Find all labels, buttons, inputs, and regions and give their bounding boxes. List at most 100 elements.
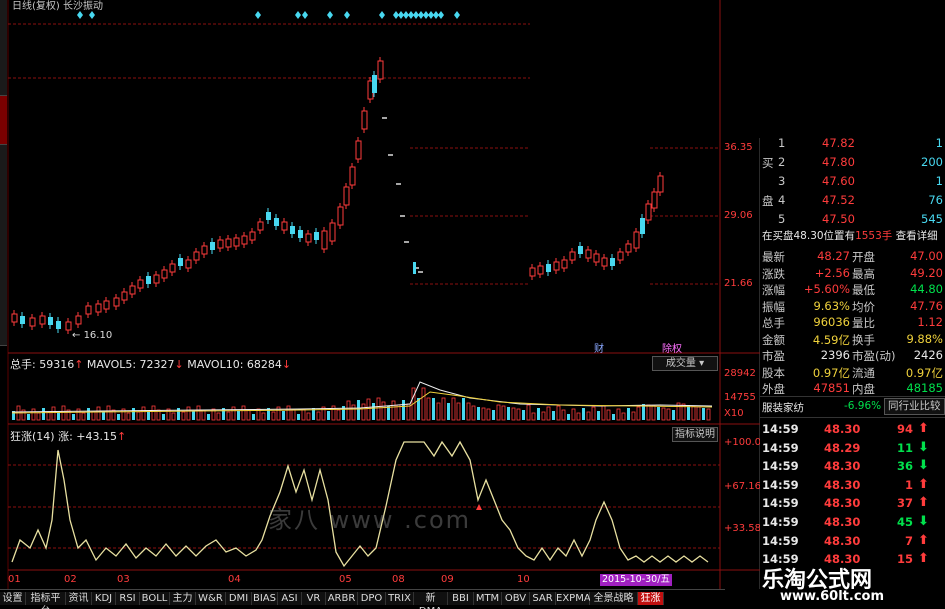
flag-exright[interactable]: 除权 (662, 340, 682, 355)
volume-bar (357, 400, 360, 420)
order-price: 47.82 (822, 136, 855, 150)
volume-bar (501, 405, 506, 421)
candle-body (377, 60, 384, 80)
tick-volume: 11 (896, 440, 913, 455)
indicator-tab[interactable]: 新DMA (414, 592, 448, 609)
quote-label: 市盈 (762, 349, 785, 363)
indicator-header: 狂涨(14) 涨: +43.15↑ (10, 428, 126, 444)
volume-bar (447, 403, 450, 420)
arrow-up-icon: ⬆ (918, 495, 929, 511)
signal-diamond-icon (255, 11, 261, 19)
signal-diamond-icon (379, 11, 385, 19)
indicator-tab-bar: 设置指标平台资讯KDJRSIBOLL主力W&RDMIBIASASIVRARBRD… (0, 589, 725, 609)
tick-row: 14:59 48.29 11 ⬇ (760, 440, 945, 458)
volume-bar (87, 408, 90, 420)
indicator-tab[interactable]: KDJ (92, 592, 116, 605)
quote-label: 股本 (762, 365, 785, 380)
candle-body (241, 235, 248, 245)
indicator-tab[interactable]: BOLL (140, 592, 170, 605)
volume-bar (432, 398, 435, 420)
indicator-tab[interactable]: BIAS (252, 592, 278, 605)
volume-bar (646, 404, 651, 421)
tick-row: 14:59 48.30 37 ⬆ (760, 495, 945, 513)
candle-body (585, 249, 592, 259)
volume-bar (261, 412, 266, 421)
quote-value: 47.00 (910, 249, 943, 263)
quote-row: 涨幅 +5.60% 最低 44.80 (760, 281, 945, 297)
indicator-tab[interactable]: SAR (530, 592, 556, 605)
candle-body (290, 226, 295, 234)
indicator-tab[interactable]: RSI (116, 592, 140, 605)
volume-bar (291, 409, 296, 421)
order-price: 47.52 (822, 193, 855, 207)
volume-bar (471, 405, 476, 421)
volume-bar (597, 411, 600, 420)
indicator-tab[interactable]: EXPMA (556, 592, 591, 605)
arrow-up-icon: ⬆ (918, 551, 929, 567)
tick-time: 14:59 (762, 440, 799, 455)
volume-bar (81, 412, 86, 421)
indicator-tab[interactable]: DPO (358, 592, 386, 605)
candle-body (233, 237, 240, 247)
indicator-tab[interactable]: 资讯 (66, 592, 92, 605)
flag-finance[interactable]: 财 (594, 340, 604, 355)
indicator-tab[interactable]: OBV (502, 592, 530, 605)
indicator-tab[interactable]: 主力 (170, 592, 196, 605)
volume-bar (226, 411, 231, 421)
volume-bar (76, 408, 81, 421)
date-04: 04 (228, 574, 241, 585)
buy-notice-link[interactable]: 查看详细 (896, 230, 938, 242)
volume-bar (531, 412, 536, 421)
industry-bar: 服装家纺 -6.96% 同行业比较 (760, 396, 945, 418)
quote-value: 4.59亿 (812, 332, 850, 347)
indicator-tab[interactable]: BBI (448, 592, 474, 605)
volume-bar (526, 404, 531, 421)
volume-bar (327, 411, 330, 420)
arrow-down-icon: ⬇ (918, 439, 929, 455)
vol-ma5-arrow: ↓ (174, 358, 184, 371)
volume-bar (537, 408, 540, 420)
indicator-tab[interactable]: 指标平台 (26, 592, 66, 609)
indicator-tab[interactable]: TRIX (386, 592, 414, 605)
volume-bar (306, 412, 311, 421)
volume-header: 总手: 59316↑ MAVOL5: 72327↓ MAVOL10: 68284… (10, 356, 291, 372)
buy-notice: 在买盘48.30位置有1553手 查看详细 (762, 228, 938, 243)
indicator-tab[interactable]: DMI (226, 592, 252, 605)
volume-bar (186, 406, 191, 421)
candle-body (266, 212, 271, 220)
volume-bar (151, 405, 156, 421)
order-level: 2 (778, 155, 786, 169)
industry-name[interactable]: 服装家纺 (762, 400, 804, 415)
order-row: 5 47.50 545 (760, 210, 945, 228)
volume-bar (136, 411, 141, 421)
volume-bar (36, 412, 41, 421)
indicator-tab[interactable]: 狂涨 (638, 592, 664, 605)
volume-bar (31, 408, 36, 421)
candle-body (39, 315, 46, 325)
volume-dropdown[interactable]: 成交量 ▾ (652, 356, 718, 371)
quote-value: 47.76 (910, 298, 943, 313)
volume-bar (246, 409, 251, 421)
volume-bar (492, 410, 495, 420)
indicator-tab[interactable]: ASI (278, 592, 302, 605)
chart-watermark: 家八 www .com (268, 506, 472, 534)
industry-compare-button[interactable]: 同行业比较 (884, 398, 945, 415)
candle-body (633, 231, 640, 249)
quote-label: 最新 (762, 250, 785, 264)
indicator-help-button[interactable]: 指标说明 (672, 427, 718, 442)
quote-value: 0.97亿 (905, 365, 943, 380)
indicator-tab[interactable]: VR (302, 592, 326, 605)
candle-body (372, 75, 377, 93)
candle-body (95, 303, 102, 313)
quote-row: 市盈 2396 市盈(动) 2426 (760, 347, 945, 363)
vol-axis-2: 14755 (724, 392, 756, 403)
indicator-tab[interactable]: 设置 (0, 592, 26, 605)
indicator-tab[interactable]: MTM (474, 592, 502, 605)
indicator-tab[interactable]: 全景战略 (590, 592, 638, 605)
candle-body (561, 259, 568, 269)
indicator-tab[interactable]: W&R (196, 592, 226, 605)
volume-bar (462, 398, 465, 420)
volume-bar (201, 409, 206, 421)
volume-bar (141, 406, 146, 421)
indicator-tab[interactable]: ARBR (326, 592, 358, 605)
